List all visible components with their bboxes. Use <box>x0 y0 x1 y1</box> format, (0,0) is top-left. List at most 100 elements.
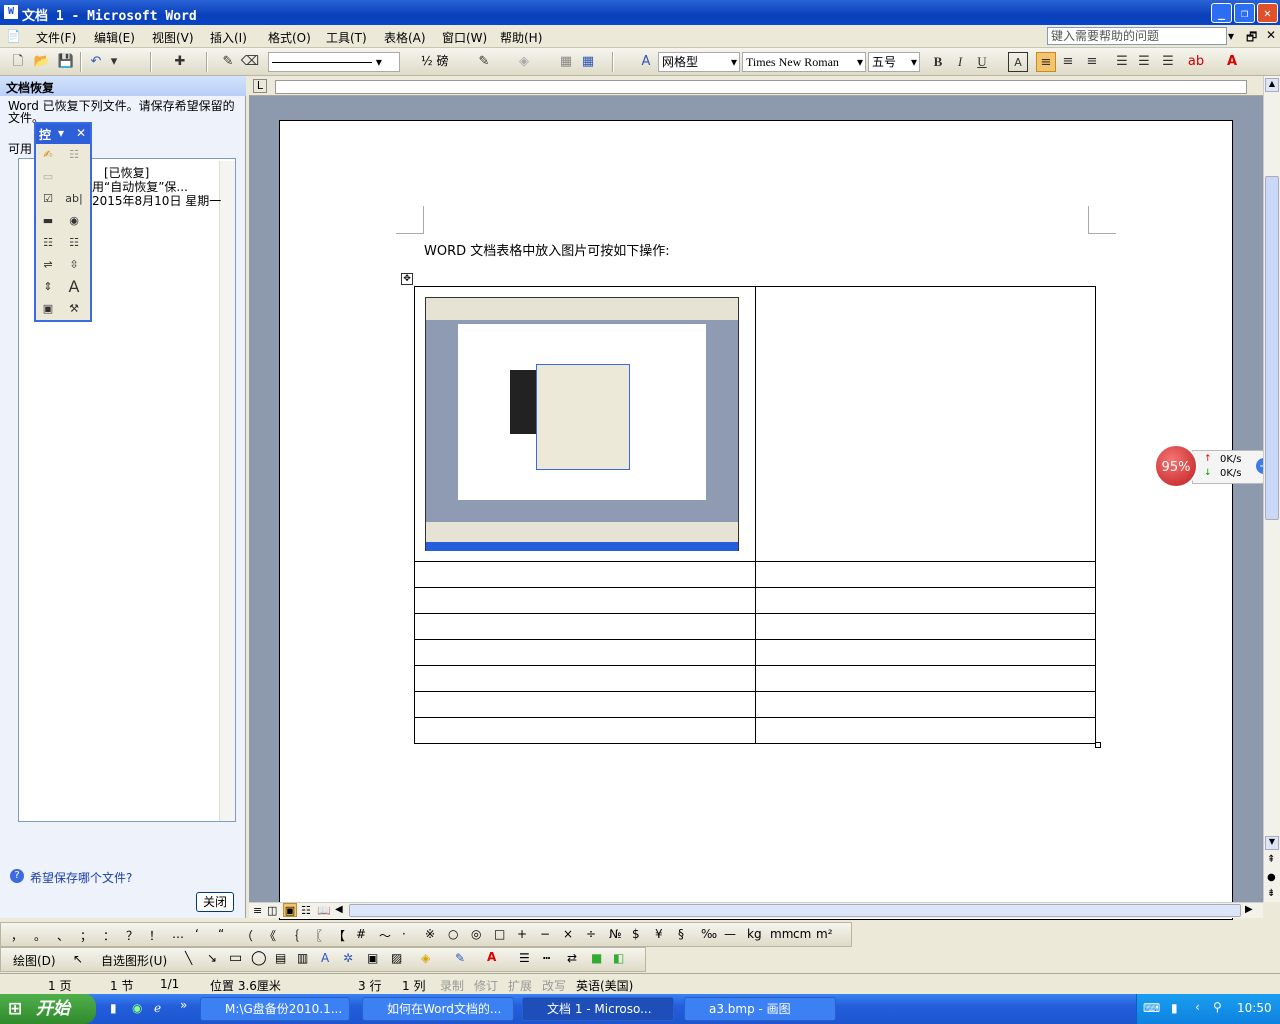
table-cell[interactable] <box>754 613 1097 640</box>
diagram-icon[interactable]: ✲ <box>343 951 353 965</box>
table-cell[interactable] <box>754 717 1097 744</box>
menu-window[interactable]: 窗口(W) <box>442 29 487 46</box>
underline-button[interactable]: U <box>972 52 992 72</box>
tray-expand-icon[interactable]: ‹ <box>1195 1000 1200 1014</box>
print-view-icon[interactable]: ▣ <box>283 903 297 917</box>
oval-tool-icon[interactable]: ◯ <box>251 950 267 966</box>
symbol-button[interactable]: ¥ <box>655 927 663 941</box>
hscroll-thumb[interactable] <box>349 904 1241 917</box>
symbol-button[interactable]: ！ <box>149 927 161 944</box>
eraser-icon[interactable]: ⌫ <box>240 52 260 72</box>
tab-selector-icon[interactable]: L <box>253 79 267 93</box>
insert-table-icon[interactable]: ▦ <box>578 52 598 72</box>
status-ovr[interactable]: 改写 <box>542 977 566 994</box>
symbol-button[interactable]: ※ <box>425 927 435 941</box>
symbol-button[interactable]: ｛ <box>287 927 299 944</box>
network-speed-widget[interactable]: 95% ↑ ↓ 0K/s 0K/s + <box>1150 444 1278 488</box>
symbol-button[interactable]: m² <box>816 927 833 941</box>
menu-table[interactable]: 表格(A) <box>384 29 426 46</box>
symbol-button[interactable]: ‘ <box>195 927 199 941</box>
quicklaunch-desktop-icon[interactable]: ▮ <box>110 1001 117 1015</box>
horizontal-scrollbar[interactable]: ≡ ◫ ▣ ☷ 📖 ◀ ▶ <box>249 902 1263 918</box>
italic-button[interactable]: I <box>950 52 970 72</box>
restore-button[interactable]: ❐ <box>1234 3 1255 23</box>
doc-menu-icon[interactable]: 📄 <box>6 29 21 43</box>
save-icon[interactable]: 💾 <box>56 52 76 72</box>
table-cell[interactable] <box>414 665 756 692</box>
label-icon[interactable]: A <box>64 278 84 296</box>
properties-icon[interactable]: ☷ <box>64 146 84 164</box>
help-search-input[interactable]: 键入需要帮助的问题 <box>1047 27 1227 45</box>
textbox-tool-icon[interactable]: ▤ <box>275 951 286 965</box>
help-dropdown-icon[interactable]: ▾ <box>1228 29 1234 43</box>
status-ext[interactable]: 扩展 <box>508 977 532 994</box>
embedded-screenshot-image[interactable] <box>425 297 739 551</box>
symbol-button[interactable]: − <box>540 927 550 941</box>
menu-tools[interactable]: 工具(T) <box>326 29 367 46</box>
symbol-button[interactable]: ～ <box>379 927 391 944</box>
symbol-button[interactable]: ？ <box>126 927 138 944</box>
combobox-icon[interactable]: ☷ <box>64 234 84 252</box>
symbol-button[interactable]: $ <box>632 927 640 941</box>
symbol-button[interactable]: + <box>517 927 527 941</box>
insert-picture-icon[interactable]: ▨ <box>391 951 402 965</box>
empty-cell[interactable] <box>754 286 1097 562</box>
symbol-button[interactable]: § <box>678 927 684 941</box>
close-pane-button[interactable]: 关闭 <box>196 892 234 912</box>
vertical-scrollbar[interactable]: ▲ ▼ ⇞ ● ⇟ <box>1263 76 1280 902</box>
doc-restore-button[interactable]: 🗗 <box>1246 28 1257 49</box>
shading-icon[interactable]: ◈ <box>514 52 534 72</box>
symbol-button[interactable]: kg <box>747 927 762 941</box>
scroll-up-icon[interactable]: ▲ <box>1265 78 1279 92</box>
minimize-button[interactable]: _ <box>1211 3 1232 23</box>
textbox-icon[interactable]: ab| <box>64 190 84 208</box>
doc-close-button[interactable]: ✕ <box>1266 28 1276 42</box>
line-style-icon[interactable]: ☰ <box>519 951 530 965</box>
symbol-button[interactable]: mm <box>770 927 793 941</box>
menu-insert[interactable]: 插入(I) <box>210 29 247 46</box>
menu-file[interactable]: 文件(F) <box>36 29 76 46</box>
symbol-button[interactable]: ○ <box>448 927 458 941</box>
task-paint[interactable]: a3.bmp - 画图 <box>684 997 836 1021</box>
symbol-button[interactable]: — <box>724 927 736 941</box>
quicklaunch-ie-icon[interactable]: ℯ <box>154 1001 161 1015</box>
prev-page-icon[interactable]: ⇞ <box>1267 854 1275 865</box>
scroll-left-icon[interactable]: ◀ <box>335 904 343 915</box>
numbering-icon[interactable]: ☰ <box>1112 52 1132 72</box>
task-explorer[interactable]: M:\G盘备份2010.1... <box>200 997 350 1021</box>
pencil-icon[interactable]: ✎ <box>218 52 238 72</box>
table-cell[interactable] <box>414 587 756 614</box>
new-icon[interactable]: 🗋 <box>8 52 28 72</box>
keyboard-icon[interactable]: ⌨ <box>1143 1001 1160 1015</box>
autoshape-menu[interactable]: 自选图形(U) <box>101 952 167 969</box>
quicklaunch-browser-icon[interactable]: ◉ <box>132 1001 142 1015</box>
word-icon[interactable]: W <box>4 5 18 19</box>
document-table[interactable] <box>414 286 1097 744</box>
undo-dropdown-icon[interactable]: ▾ <box>104 52 124 72</box>
table-cell[interactable] <box>414 613 756 640</box>
draw-font-color-icon[interactable]: A <box>487 950 496 964</box>
list-scrollbar[interactable] <box>219 161 235 821</box>
wordart-icon[interactable]: A <box>321 951 329 965</box>
align-center-icon[interactable]: ≡ <box>1058 52 1078 72</box>
status-trk[interactable]: 修订 <box>474 977 498 994</box>
table-cell[interactable] <box>414 561 756 588</box>
design-mode-icon[interactable]: ✍ <box>38 146 58 164</box>
line-color-icon[interactable]: ✎ <box>455 951 465 965</box>
control-toolbox-header[interactable]: 控 ▾ ✕ <box>36 124 90 144</box>
table-move-handle-icon[interactable]: ✥ <box>401 273 413 285</box>
line-tool-icon[interactable]: ╲ <box>185 951 192 965</box>
font-size-select[interactable]: 五号 ▾ <box>868 52 920 72</box>
table-cell[interactable] <box>414 717 756 744</box>
draw-table-icon[interactable]: ✚ <box>170 52 190 72</box>
indent-icon[interactable]: ☰ <box>1158 52 1178 72</box>
help-link[interactable]: 希望保存哪个文件? <box>30 869 132 886</box>
symbol-button[interactable]: （ <box>241 927 253 944</box>
menu-edit[interactable]: 编辑(E) <box>94 29 135 46</box>
align-right-icon[interactable]: ≡ <box>1082 52 1102 72</box>
checkbox-icon[interactable]: ☑ <box>38 190 58 208</box>
symbol-button[interactable]: 。 <box>34 927 46 944</box>
table-cell[interactable] <box>414 691 756 718</box>
table-cell[interactable] <box>754 691 1097 718</box>
reading-view-icon[interactable]: 📖 <box>317 904 331 917</box>
